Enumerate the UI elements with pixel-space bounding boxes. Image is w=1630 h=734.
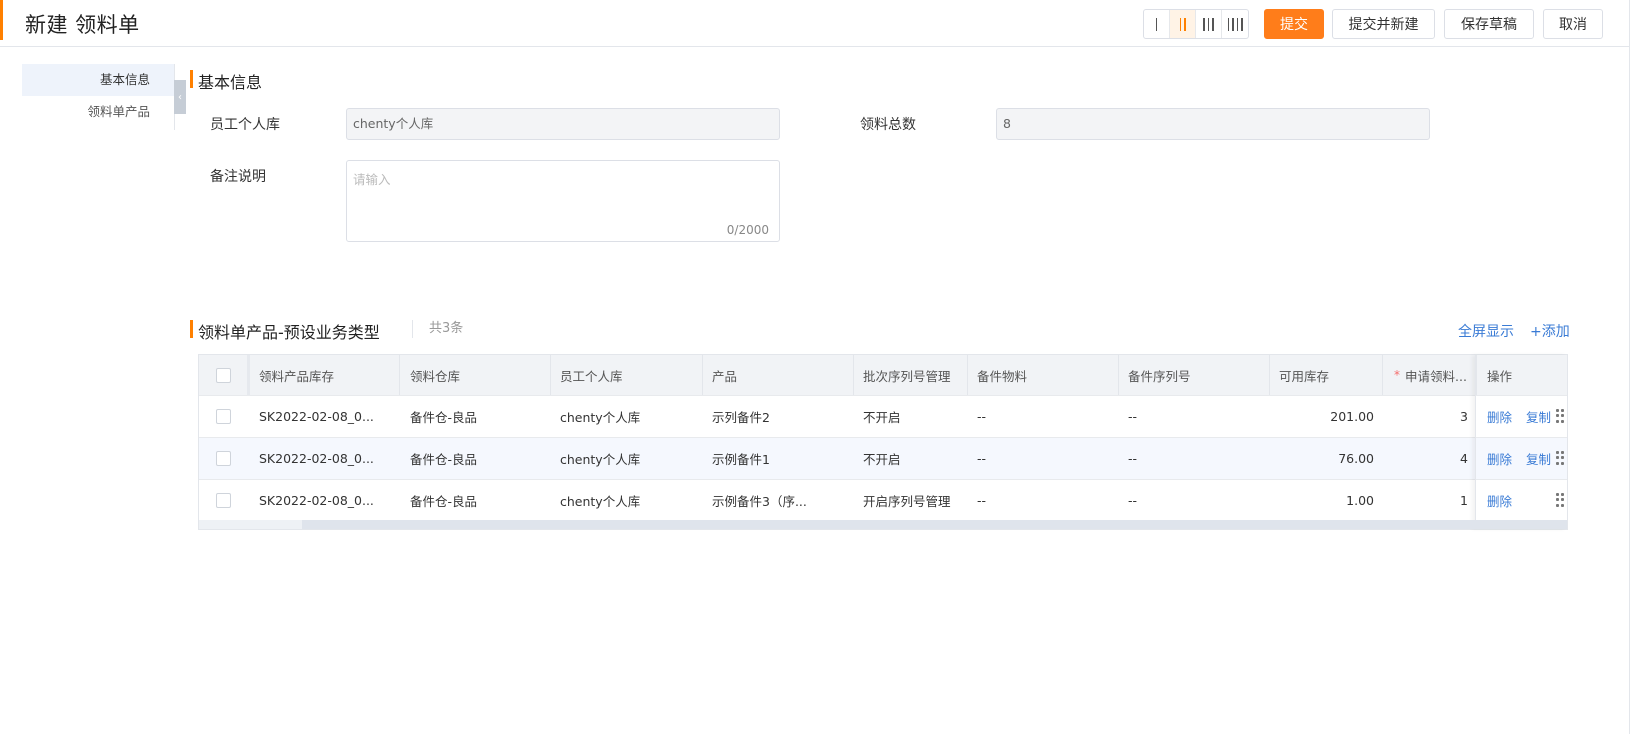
cell-personal-warehouse: chenty个人库 xyxy=(560,494,641,509)
column-header[interactable]: 批次序列号管理 xyxy=(854,355,968,395)
employee-warehouse-label: 员工个人库 xyxy=(210,117,280,133)
row-checkbox-cell xyxy=(199,438,247,479)
table-row: SK2022-02-08_0... 备件仓-良品 chenty个人库 示列备件2 不开启… xyxy=(199,395,1567,437)
cell-warehouse: 备件仓-良品 xyxy=(410,494,478,509)
cell-available-stock: 1.00 xyxy=(1346,493,1374,508)
anchor-item-products[interactable]: 领料单产品 xyxy=(22,96,175,128)
cell-warehouse: 备件仓-良品 xyxy=(410,410,478,425)
cell-spare-serial: -- xyxy=(1128,409,1138,424)
page-header: 新建 领料单 提交 提交并新建 保存草稿 取消 xyxy=(0,0,1630,47)
copy-link[interactable]: 复制 xyxy=(1526,407,1551,426)
cell-available-stock: 201.00 xyxy=(1330,409,1374,424)
cell-product: 示例备件3（序... xyxy=(712,494,807,509)
cell-spare-material: -- xyxy=(977,409,987,424)
layout-2-column-icon[interactable] xyxy=(1170,10,1196,38)
cell-personal-warehouse: chenty个人库 xyxy=(560,410,641,425)
column-header[interactable]: 备件物料 xyxy=(968,355,1119,395)
submit-button[interactable]: 提交 xyxy=(1264,9,1324,39)
row-checkbox[interactable] xyxy=(215,493,231,508)
select-all-checkbox-cell xyxy=(199,355,247,395)
column-header[interactable]: 产品 xyxy=(703,355,854,395)
cell-spare-material: -- xyxy=(977,451,987,466)
section-title-basic-info: 基本信息 xyxy=(189,69,262,93)
cell-batch-serial: 开启序列号管理 xyxy=(863,494,951,509)
cell-batch-serial: 不开启 xyxy=(863,452,901,467)
column-header[interactable]: 备件序列号 xyxy=(1119,355,1270,395)
remark-placeholder: 请输入 xyxy=(353,172,391,187)
fullscreen-link[interactable]: 全屏显示 xyxy=(1458,321,1514,341)
remark-textarea[interactable]: 请输入 0/2000 xyxy=(346,160,780,242)
remark-label: 备注说明 xyxy=(210,169,266,185)
record-count: 共3条 xyxy=(412,320,463,338)
copy-link[interactable]: 复制 xyxy=(1526,449,1551,468)
column-header[interactable]: 领料仓库 xyxy=(400,355,551,395)
column-header[interactable]: 可用库存 xyxy=(1270,355,1383,395)
scrollbar-thumb[interactable] xyxy=(199,520,302,529)
cell-spare-material: -- xyxy=(977,493,987,508)
cell-apply-quantity[interactable]: 1 xyxy=(1383,480,1477,521)
table-header: 领料产品库存 领料仓库 员工个人库 产品 批次序列号管理 备件物料 备件序列号 … xyxy=(199,355,1567,395)
layout-4-column-icon[interactable] xyxy=(1222,10,1248,38)
column-header[interactable]: 员工个人库 xyxy=(551,355,703,395)
title-accent-bar xyxy=(0,0,3,40)
horizontal-scrollbar[interactable] xyxy=(199,520,1567,529)
required-marker: * xyxy=(1394,368,1400,382)
column-layout-switcher xyxy=(1143,9,1249,39)
cell-batch-serial: 不开启 xyxy=(863,410,901,425)
row-checkbox-cell xyxy=(199,480,247,521)
cancel-button[interactable]: 取消 xyxy=(1543,9,1603,39)
cell-apply-quantity[interactable]: 4 xyxy=(1383,438,1477,479)
table-row: SK2022-02-08_0... 备件仓-良品 chenty个人库 示例备件3（序.… xyxy=(199,479,1567,521)
delete-link[interactable]: 删除 xyxy=(1487,407,1512,426)
cell-product: 示例备件1 xyxy=(712,452,770,467)
total-quantity-field: 8 xyxy=(996,108,1430,140)
row-checkbox[interactable] xyxy=(215,409,231,424)
collapse-nav-icon[interactable]: ‹ xyxy=(174,80,186,114)
section-title-products: 领料单产品-预设业务类型 xyxy=(190,319,380,343)
cell-stock: SK2022-02-08_0... xyxy=(259,451,374,466)
anchor-item-basic-info[interactable]: 基本信息 xyxy=(22,64,175,96)
employee-warehouse-field: chenty个人库 xyxy=(346,108,780,140)
save-draft-button[interactable]: 保存草稿 xyxy=(1444,9,1534,39)
drag-handle-icon[interactable] xyxy=(1556,493,1564,507)
remark-char-count: 0/2000 xyxy=(726,223,769,237)
cell-stock: SK2022-02-08_0... xyxy=(259,493,374,508)
drag-handle-icon[interactable] xyxy=(1556,451,1564,465)
add-link[interactable]: +添加 xyxy=(1530,321,1570,341)
products-table: 领料产品库存 领料仓库 员工个人库 产品 批次序列号管理 备件物料 备件序列号 … xyxy=(198,354,1568,530)
layout-1-column-icon[interactable] xyxy=(1144,10,1170,38)
page-title: 新建 领料单 xyxy=(25,13,140,37)
total-quantity-label: 领料总数 xyxy=(860,117,916,133)
cell-warehouse: 备件仓-良品 xyxy=(410,452,478,467)
row-checkbox-cell xyxy=(199,396,247,437)
cell-stock: SK2022-02-08_0... xyxy=(259,409,374,424)
cell-product: 示列备件2 xyxy=(712,410,770,425)
layout-3-column-icon[interactable] xyxy=(1196,10,1222,38)
row-checkbox[interactable] xyxy=(215,451,231,466)
delete-link[interactable]: 删除 xyxy=(1487,449,1512,468)
cell-apply-quantity[interactable]: 3 xyxy=(1383,396,1477,437)
submit-and-new-button[interactable]: 提交并新建 xyxy=(1332,9,1435,39)
column-header-label: 申请领料... xyxy=(1405,368,1467,384)
select-all-checkbox[interactable] xyxy=(215,367,231,383)
column-header-apply-quantity[interactable]: * 申请领料... xyxy=(1383,355,1477,395)
column-header[interactable]: 领料产品库存 xyxy=(250,355,400,395)
anchor-nav: 基本信息 领料单产品 xyxy=(22,64,175,130)
cell-spare-serial: -- xyxy=(1128,451,1138,466)
cell-personal-warehouse: chenty个人库 xyxy=(560,452,641,467)
table-row: SK2022-02-08_0... 备件仓-良品 chenty个人库 示例备件1 不开启… xyxy=(199,437,1567,479)
cell-spare-serial: -- xyxy=(1128,493,1138,508)
drag-handle-icon[interactable] xyxy=(1556,409,1564,423)
cell-available-stock: 76.00 xyxy=(1338,451,1374,466)
delete-link[interactable]: 删除 xyxy=(1487,491,1512,510)
